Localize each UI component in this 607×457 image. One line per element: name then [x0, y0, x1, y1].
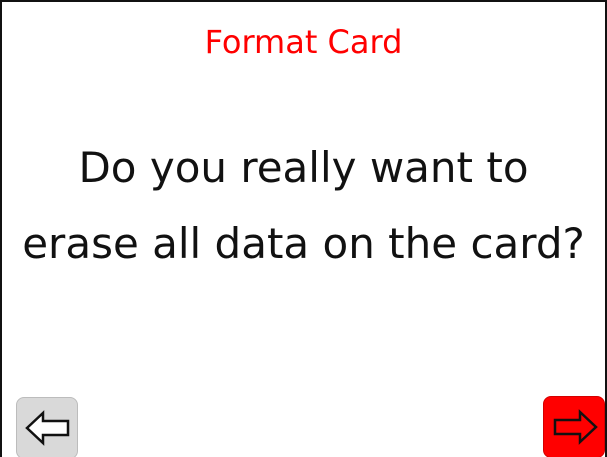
left-arrow-icon — [25, 410, 70, 446]
dialog-title: Format Card — [204, 23, 403, 61]
confirm-format-button[interactable] — [543, 396, 605, 457]
back-button[interactable] — [16, 397, 78, 457]
confirmation-message: Do you really want to erase all data on … — [22, 143, 585, 268]
format-card-screen: Format Card Do you really want to erase … — [0, 0, 607, 457]
right-arrow-icon — [553, 409, 598, 445]
